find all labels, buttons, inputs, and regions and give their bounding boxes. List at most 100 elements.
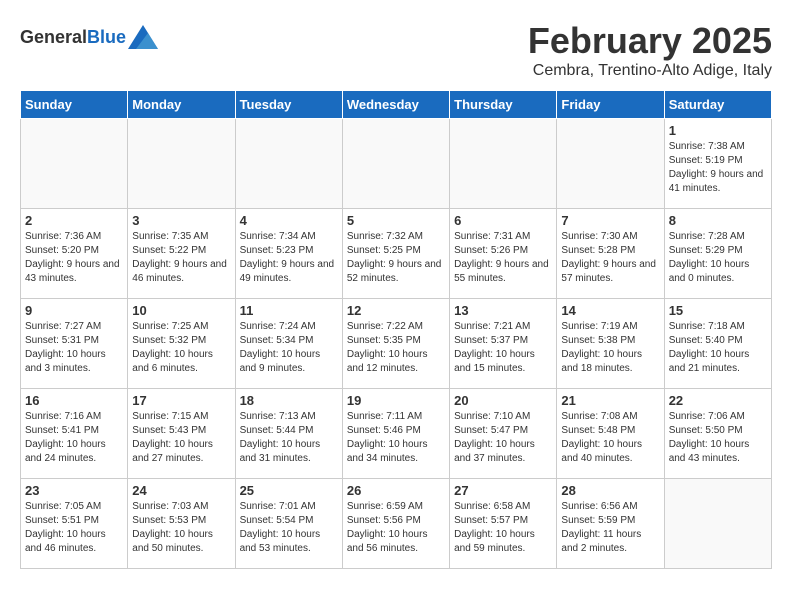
calendar-cell: 19 Sunrise: 7:11 AM Sunset: 5:46 PM Dayli… <box>342 389 449 479</box>
day-header-monday: Monday <box>128 91 235 119</box>
day-info: Sunrise: 6:58 AM Sunset: 5:57 PM Dayligh… <box>454 500 552 556</box>
day-number: 14 <box>561 303 659 318</box>
day-info: Sunrise: 7:10 AM Sunset: 5:47 PM Dayligh… <box>454 410 552 466</box>
day-number: 23 <box>25 483 123 498</box>
day-info: Sunrise: 7:36 AM Sunset: 5:20 PM Dayligh… <box>25 230 123 286</box>
day-number: 9 <box>25 303 123 318</box>
day-info: Sunrise: 7:05 AM Sunset: 5:51 PM Dayligh… <box>25 500 123 556</box>
calendar-header-row: SundayMondayTuesdayWednesdayThursdayFrid… <box>21 91 772 119</box>
calendar-cell: 25 Sunrise: 7:01 AM Sunset: 5:54 PM Dayli… <box>235 479 342 569</box>
calendar-cell: 16 Sunrise: 7:16 AM Sunset: 5:41 PM Dayli… <box>21 389 128 479</box>
logo-text: GeneralBlue <box>20 27 126 48</box>
day-number: 3 <box>132 213 230 228</box>
calendar-cell: 27 Sunrise: 6:58 AM Sunset: 5:57 PM Dayli… <box>450 479 557 569</box>
day-number: 21 <box>561 393 659 408</box>
calendar-cell: 17 Sunrise: 7:15 AM Sunset: 5:43 PM Dayli… <box>128 389 235 479</box>
calendar-cell: 18 Sunrise: 7:13 AM Sunset: 5:44 PM Dayli… <box>235 389 342 479</box>
day-number: 17 <box>132 393 230 408</box>
calendar-cell: 13Sunrise: 7:21 AM Sunset: 5:37 PM Dayli… <box>450 299 557 389</box>
day-number: 12 <box>347 303 445 318</box>
calendar-cell <box>235 119 342 209</box>
calendar-cell: 24Sunrise: 7:03 AM Sunset: 5:53 PM Dayli… <box>128 479 235 569</box>
day-number: 7 <box>561 213 659 228</box>
day-info: Sunrise: 7:21 AM Sunset: 5:37 PM Dayligh… <box>454 320 552 376</box>
calendar-cell <box>664 479 771 569</box>
day-info: Sunrise: 7:35 AM Sunset: 5:22 PM Dayligh… <box>132 230 230 286</box>
day-info: Sunrise: 7:15 AM Sunset: 5:43 PM Dayligh… <box>132 410 230 466</box>
day-info: Sunrise: 7:25 AM Sunset: 5:32 PM Dayligh… <box>132 320 230 376</box>
logo: GeneralBlue <box>20 25 158 49</box>
day-number: 22 <box>669 393 767 408</box>
calendar-cell: 11 Sunrise: 7:24 AM Sunset: 5:34 PM Dayli… <box>235 299 342 389</box>
day-header-saturday: Saturday <box>664 91 771 119</box>
week-row-5: 23 Sunrise: 7:05 AM Sunset: 5:51 PM Dayli… <box>21 479 772 569</box>
day-header-friday: Friday <box>557 91 664 119</box>
calendar-cell: 7 Sunrise: 7:30 AM Sunset: 5:28 PM Daylig… <box>557 209 664 299</box>
day-number: 5 <box>347 213 445 228</box>
calendar-cell <box>450 119 557 209</box>
day-number: 24 <box>132 483 230 498</box>
week-row-2: 2 Sunrise: 7:36 AM Sunset: 5:20 PM Daylig… <box>21 209 772 299</box>
day-info: Sunrise: 7:27 AM Sunset: 5:31 PM Dayligh… <box>25 320 123 376</box>
day-header-thursday: Thursday <box>450 91 557 119</box>
day-info: Sunrise: 7:06 AM Sunset: 5:50 PM Dayligh… <box>669 410 767 466</box>
location-subtitle: Cembra, Trentino-Alto Adige, Italy <box>528 62 772 80</box>
calendar-cell: 26Sunrise: 6:59 AM Sunset: 5:56 PM Dayli… <box>342 479 449 569</box>
day-number: 6 <box>454 213 552 228</box>
calendar-cell: 3 Sunrise: 7:35 AM Sunset: 5:22 PM Daylig… <box>128 209 235 299</box>
day-number: 25 <box>240 483 338 498</box>
day-info: Sunrise: 7:34 AM Sunset: 5:23 PM Dayligh… <box>240 230 338 286</box>
calendar-cell: 21 Sunrise: 7:08 AM Sunset: 5:48 PM Dayli… <box>557 389 664 479</box>
logo-general: General <box>20 27 87 47</box>
day-number: 11 <box>240 303 338 318</box>
day-info: Sunrise: 6:56 AM Sunset: 5:59 PM Dayligh… <box>561 500 659 556</box>
day-info: Sunrise: 7:24 AM Sunset: 5:34 PM Dayligh… <box>240 320 338 376</box>
calendar-cell: 15 Sunrise: 7:18 AM Sunset: 5:40 PM Dayli… <box>664 299 771 389</box>
day-header-tuesday: Tuesday <box>235 91 342 119</box>
calendar-cell <box>342 119 449 209</box>
day-number: 2 <box>25 213 123 228</box>
day-info: Sunrise: 7:18 AM Sunset: 5:40 PM Dayligh… <box>669 320 767 376</box>
calendar-cell: 1 Sunrise: 7:38 AM Sunset: 5:19 PM Daylig… <box>664 119 771 209</box>
header: GeneralBlue February 2025 Cembra, Trenti… <box>20 20 772 80</box>
calendar-cell: 14Sunrise: 7:19 AM Sunset: 5:38 PM Dayli… <box>557 299 664 389</box>
day-info: Sunrise: 7:32 AM Sunset: 5:25 PM Dayligh… <box>347 230 445 286</box>
day-info: Sunrise: 7:38 AM Sunset: 5:19 PM Dayligh… <box>669 140 767 196</box>
day-header-sunday: Sunday <box>21 91 128 119</box>
week-row-1: 1 Sunrise: 7:38 AM Sunset: 5:19 PM Daylig… <box>21 119 772 209</box>
day-info: Sunrise: 6:59 AM Sunset: 5:56 PM Dayligh… <box>347 500 445 556</box>
day-number: 8 <box>669 213 767 228</box>
day-info: Sunrise: 7:08 AM Sunset: 5:48 PM Dayligh… <box>561 410 659 466</box>
logo-icon <box>128 25 158 49</box>
day-info: Sunrise: 7:30 AM Sunset: 5:28 PM Dayligh… <box>561 230 659 286</box>
day-number: 19 <box>347 393 445 408</box>
calendar-cell: 28 Sunrise: 6:56 AM Sunset: 5:59 PM Dayli… <box>557 479 664 569</box>
day-number: 18 <box>240 393 338 408</box>
day-info: Sunrise: 7:01 AM Sunset: 5:54 PM Dayligh… <box>240 500 338 556</box>
day-number: 28 <box>561 483 659 498</box>
calendar-cell: 6Sunrise: 7:31 AM Sunset: 5:26 PM Daylig… <box>450 209 557 299</box>
day-number: 27 <box>454 483 552 498</box>
calendar-cell: 5 Sunrise: 7:32 AM Sunset: 5:25 PM Daylig… <box>342 209 449 299</box>
calendar-table: SundayMondayTuesdayWednesdayThursdayFrid… <box>20 90 772 569</box>
logo-blue: Blue <box>87 27 126 47</box>
day-info: Sunrise: 7:28 AM Sunset: 5:29 PM Dayligh… <box>669 230 767 286</box>
calendar-cell: 10Sunrise: 7:25 AM Sunset: 5:32 PM Dayli… <box>128 299 235 389</box>
calendar-cell: 12 Sunrise: 7:22 AM Sunset: 5:35 PM Dayli… <box>342 299 449 389</box>
calendar-cell <box>128 119 235 209</box>
day-number: 15 <box>669 303 767 318</box>
day-number: 1 <box>669 123 767 138</box>
day-number: 16 <box>25 393 123 408</box>
title-area: February 2025 Cembra, Trentino-Alto Adig… <box>528 20 772 80</box>
calendar-cell: 23 Sunrise: 7:05 AM Sunset: 5:51 PM Dayli… <box>21 479 128 569</box>
day-number: 4 <box>240 213 338 228</box>
calendar-cell: 8 Sunrise: 7:28 AM Sunset: 5:29 PM Daylig… <box>664 209 771 299</box>
week-row-3: 9 Sunrise: 7:27 AM Sunset: 5:31 PM Daylig… <box>21 299 772 389</box>
day-info: Sunrise: 7:22 AM Sunset: 5:35 PM Dayligh… <box>347 320 445 376</box>
week-row-4: 16 Sunrise: 7:16 AM Sunset: 5:41 PM Dayli… <box>21 389 772 479</box>
calendar-cell: 2 Sunrise: 7:36 AM Sunset: 5:20 PM Daylig… <box>21 209 128 299</box>
month-title: February 2025 <box>528 20 772 62</box>
day-info: Sunrise: 7:16 AM Sunset: 5:41 PM Dayligh… <box>25 410 123 466</box>
day-info: Sunrise: 7:13 AM Sunset: 5:44 PM Dayligh… <box>240 410 338 466</box>
day-info: Sunrise: 7:11 AM Sunset: 5:46 PM Dayligh… <box>347 410 445 466</box>
